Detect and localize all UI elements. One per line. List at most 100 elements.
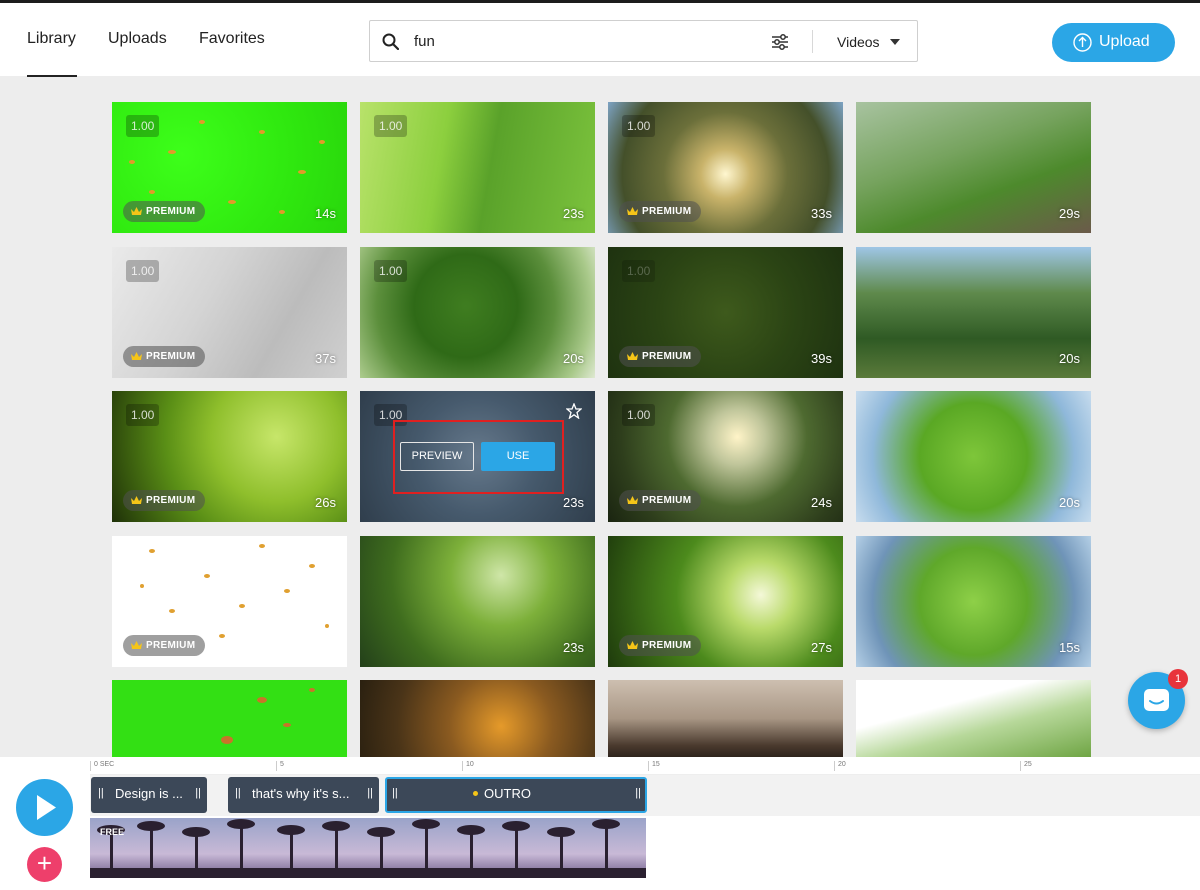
premium-badge: PREMIUM <box>619 635 702 656</box>
duration-label: 33s <box>811 206 832 221</box>
scene-clip[interactable]: || Design is ... || <box>91 777 207 813</box>
video-tile[interactable]: 20s <box>856 391 1091 522</box>
drag-handle-right[interactable]: || <box>635 787 641 799</box>
rating-badge: 1.00 <box>126 260 160 282</box>
crown-icon <box>627 352 638 360</box>
timeline-ruler[interactable]: 0 SEC 5 10 15 20 25 <box>90 757 1200 775</box>
video-tile[interactable]: 1.00 20s <box>360 247 595 378</box>
ruler-tick <box>462 761 463 771</box>
clip-label: OUTRO <box>473 786 531 801</box>
ruler-tick <box>276 761 277 771</box>
ruler-tick <box>1020 761 1021 771</box>
video-tile[interactable]: 1.00 PREMIUM 39s <box>608 247 843 378</box>
crown-icon <box>627 641 638 649</box>
premium-badge: PREMIUM <box>619 490 702 511</box>
ruler-tick <box>834 761 835 771</box>
timeline-panel: + 0 SEC 5 10 15 20 25 || Design is ... |… <box>0 757 1200 890</box>
play-button[interactable] <box>16 779 73 836</box>
free-badge: FREE <box>100 827 125 837</box>
notification-badge: 1 <box>1168 669 1188 689</box>
clip-label: Design is ... <box>115 786 183 801</box>
chat-icon <box>1144 689 1169 711</box>
video-tile-hovered[interactable]: 1.00 PREVIEW USE 23s <box>360 391 595 522</box>
ruler-label: 0 SEC <box>94 761 115 768</box>
video-tile[interactable]: 1.00 PREMIUM 24s <box>608 391 843 522</box>
duration-label: 20s <box>1059 495 1080 510</box>
crown-icon <box>131 496 142 504</box>
ruler-tick <box>648 761 649 771</box>
video-tile[interactable]: 23s <box>360 536 595 667</box>
ruler-tick <box>90 761 91 771</box>
rating-badge: 1.00 <box>374 115 408 137</box>
video-tile[interactable]: 15s <box>856 536 1091 667</box>
premium-label: PREMIUM <box>642 495 692 506</box>
video-tile[interactable]: 1.00 PREMIUM 33s <box>608 102 843 233</box>
duration-label: 23s <box>563 206 584 221</box>
video-tile[interactable] <box>608 680 843 757</box>
rating-badge: 1.00 <box>622 260 656 282</box>
plus-icon: + <box>36 848 53 878</box>
duration-label: 39s <box>811 351 832 366</box>
drag-handle-left[interactable]: || <box>98 787 104 799</box>
duration-label: 37s <box>315 351 336 366</box>
duration-label: 15s <box>1059 640 1080 655</box>
premium-label: PREMIUM <box>146 206 196 217</box>
video-tile[interactable] <box>112 680 347 757</box>
video-tile[interactable]: 1.00 PREMIUM 37s <box>112 247 347 378</box>
video-tile[interactable]: 20s <box>856 247 1091 378</box>
falling-leaves-graphic <box>221 688 315 744</box>
ruler-label: 10 <box>466 761 474 768</box>
crown-icon <box>627 496 638 504</box>
ruler-label: 5 <box>280 761 284 768</box>
premium-label: PREMIUM <box>146 640 196 651</box>
palm-trees-thumbnail <box>90 818 646 878</box>
outro-dot-icon <box>473 791 478 796</box>
ruler-label: 20 <box>838 761 846 768</box>
duration-label: 20s <box>563 351 584 366</box>
duration-label: 27s <box>811 640 832 655</box>
premium-badge: PREMIUM <box>123 346 206 367</box>
premium-badge: PREMIUM <box>619 201 702 222</box>
duration-label: 26s <box>315 495 336 510</box>
video-tile[interactable]: PREMIUM 27s <box>608 536 843 667</box>
ruler-label: 25 <box>1024 761 1032 768</box>
video-tile[interactable]: 1.00 PREMIUM 26s <box>112 391 347 522</box>
video-tile[interactable] <box>360 680 595 757</box>
add-track-button[interactable]: + <box>27 847 62 882</box>
rating-badge: 1.00 <box>622 115 656 137</box>
drag-handle-right[interactable]: || <box>367 787 373 799</box>
scene-clip-selected[interactable]: || OUTRO || <box>385 777 647 813</box>
premium-label: PREMIUM <box>146 495 196 506</box>
duration-label: 20s <box>1059 351 1080 366</box>
video-tile[interactable]: PREMIUM <box>112 536 347 667</box>
video-tile[interactable] <box>856 680 1091 757</box>
premium-label: PREMIUM <box>642 640 692 651</box>
rating-badge: 1.00 <box>622 404 656 426</box>
video-tile[interactable]: 1.00 23s <box>360 102 595 233</box>
drag-handle-left[interactable]: || <box>392 787 398 799</box>
video-tile[interactable]: 29s <box>856 102 1091 233</box>
premium-label: PREMIUM <box>642 206 692 217</box>
video-tile[interactable]: 1.00 PREMIUM 14s <box>112 102 347 233</box>
play-icon <box>37 795 56 820</box>
ruler-label: 15 <box>652 761 660 768</box>
rating-badge: 1.00 <box>126 115 160 137</box>
clip-label: that's why it's s... <box>252 786 350 801</box>
star-icon[interactable] <box>566 403 582 419</box>
music-track[interactable]: FREE <box>90 818 646 878</box>
rating-badge: 1.00 <box>374 260 408 282</box>
crown-icon <box>131 207 142 215</box>
premium-badge: PREMIUM <box>619 346 702 367</box>
duration-label: 23s <box>563 495 584 510</box>
duration-label: 14s <box>315 206 336 221</box>
crown-icon <box>131 641 142 649</box>
crown-icon <box>131 352 142 360</box>
premium-badge: PREMIUM <box>123 635 206 656</box>
video-grid: 1.00 PREMIUM 14s 1.00 23s 1.00 PREMIUM 3… <box>0 0 1200 757</box>
drag-handle-left[interactable]: || <box>235 787 241 799</box>
drag-handle-right[interactable]: || <box>195 787 201 799</box>
premium-badge: PREMIUM <box>123 490 206 511</box>
premium-label: PREMIUM <box>642 351 692 362</box>
scene-clip[interactable]: || that's why it's s... || <box>228 777 379 813</box>
premium-badge: PREMIUM <box>123 201 206 222</box>
